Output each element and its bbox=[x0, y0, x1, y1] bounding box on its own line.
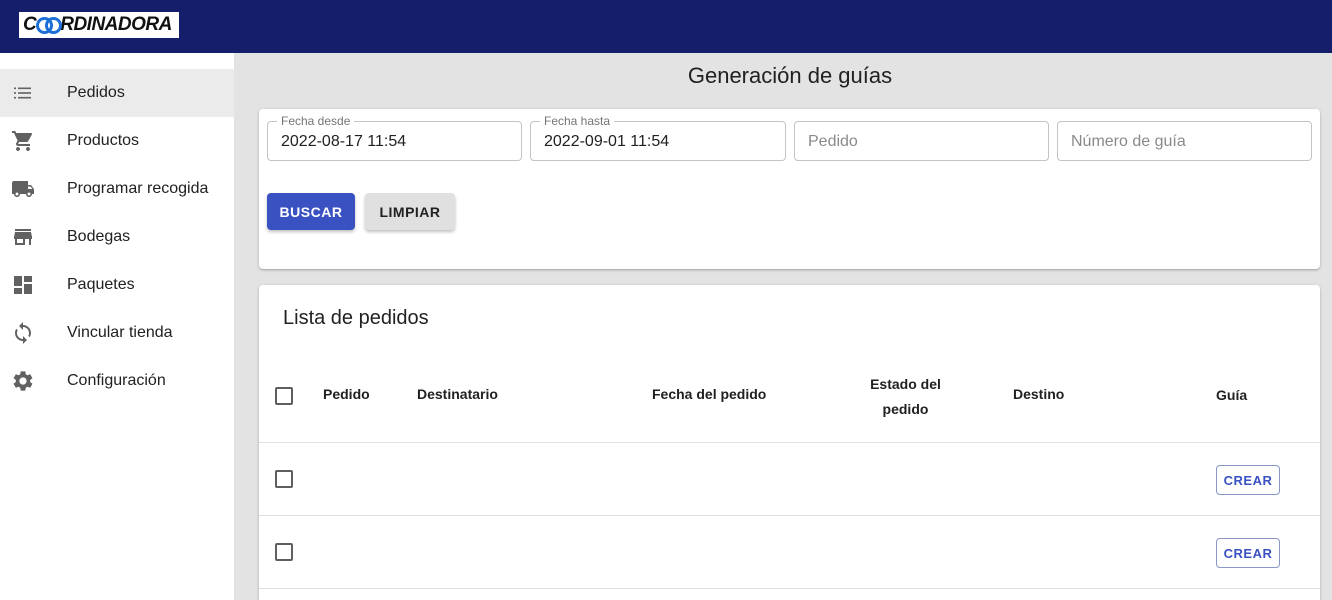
table-header: Pedido Destinatario Fecha del pedido Est… bbox=[259, 355, 1320, 443]
top-app-bar: C RDINADORA bbox=[0, 0, 1332, 53]
page-title: Generación de guías bbox=[687, 63, 893, 88]
column-header-estado-pedido: Estado del pedido bbox=[870, 376, 941, 417]
row-checkbox[interactable] bbox=[275, 543, 293, 561]
filter-card: Fecha desde 2022-08-17 11:54 Fecha hasta… bbox=[259, 109, 1320, 269]
sidebar-item-configuracion[interactable]: Configuración bbox=[0, 357, 234, 405]
table-row: CREAR bbox=[259, 516, 1320, 589]
column-header-guia: Guía bbox=[1216, 387, 1248, 403]
sync-icon bbox=[11, 321, 35, 345]
fecha-desde-label: Fecha desde bbox=[277, 114, 355, 128]
sidebar-item-bodegas[interactable]: Bodegas bbox=[0, 213, 234, 261]
fecha-hasta-label: Fecha hasta bbox=[540, 114, 615, 128]
store-icon bbox=[11, 225, 35, 249]
sidebar-item-label: Pedidos bbox=[67, 84, 125, 101]
clear-button[interactable]: LIMPIAR bbox=[365, 193, 455, 230]
logo-mark-icon bbox=[36, 17, 63, 34]
create-guide-button[interactable]: CREAR bbox=[1216, 538, 1280, 568]
table-row: CREAR bbox=[259, 443, 1320, 516]
create-guide-button[interactable]: CREAR bbox=[1216, 465, 1280, 495]
list-icon bbox=[11, 81, 35, 105]
coordinadora-logo[interactable]: C RDINADORA bbox=[19, 12, 179, 38]
pedido-placeholder: Pedido bbox=[808, 133, 858, 150]
fecha-hasta-field[interactable]: Fecha hasta 2022-09-01 11:54 bbox=[530, 114, 786, 161]
sidebar: Pedidos Productos Programar recogida Bod… bbox=[0, 53, 234, 600]
search-button[interactable]: BUSCAR bbox=[267, 193, 355, 230]
column-header-destinatario: Destinatario bbox=[417, 386, 498, 402]
sidebar-item-label: Bodegas bbox=[67, 228, 131, 245]
sidebar-item-label: Vincular tienda bbox=[67, 324, 173, 341]
sidebar-item-paquetes[interactable]: Paquetes bbox=[0, 261, 234, 309]
row-checkbox[interactable] bbox=[275, 470, 293, 488]
sidebar-item-productos[interactable]: Productos bbox=[0, 117, 234, 165]
column-header-destino: Destino bbox=[1013, 386, 1065, 402]
sidebar-item-label: Programar recogida bbox=[67, 180, 209, 197]
sidebar-item-pedidos[interactable]: Pedidos bbox=[0, 69, 234, 117]
dashboard-icon bbox=[11, 273, 35, 297]
sidebar-item-vincular-tienda[interactable]: Vincular tienda bbox=[0, 309, 234, 357]
sidebar-item-label: Configuración bbox=[67, 372, 166, 389]
orders-list-card: Lista de pedidos Pedido Destinatario Fec… bbox=[259, 285, 1320, 600]
select-all-checkbox[interactable] bbox=[275, 387, 293, 405]
sidebar-item-label: Productos bbox=[67, 132, 140, 149]
column-header-pedido: Pedido bbox=[323, 386, 370, 402]
cart-icon bbox=[11, 129, 35, 153]
fecha-hasta-value[interactable]: 2022-09-01 11:54 bbox=[544, 133, 669, 151]
sidebar-item-label: Paquetes bbox=[67, 276, 135, 293]
truck-icon bbox=[11, 177, 35, 201]
gear-icon bbox=[11, 369, 35, 393]
column-header-fecha-pedido: Fecha del pedido bbox=[652, 386, 767, 402]
orders-list-title: Lista de pedidos bbox=[283, 307, 429, 329]
fecha-desde-field[interactable]: Fecha desde 2022-08-17 11:54 bbox=[267, 114, 522, 161]
fecha-desde-value[interactable]: 2022-08-17 11:54 bbox=[281, 133, 406, 151]
logo-text: C RDINADORA bbox=[23, 14, 172, 35]
sidebar-item-programar-recogida[interactable]: Programar recogida bbox=[0, 165, 234, 213]
numero-guia-placeholder: Número de guía bbox=[1071, 133, 1186, 150]
numero-guia-input[interactable]: Número de guía bbox=[1057, 121, 1312, 161]
pedido-input[interactable]: Pedido bbox=[794, 121, 1049, 161]
